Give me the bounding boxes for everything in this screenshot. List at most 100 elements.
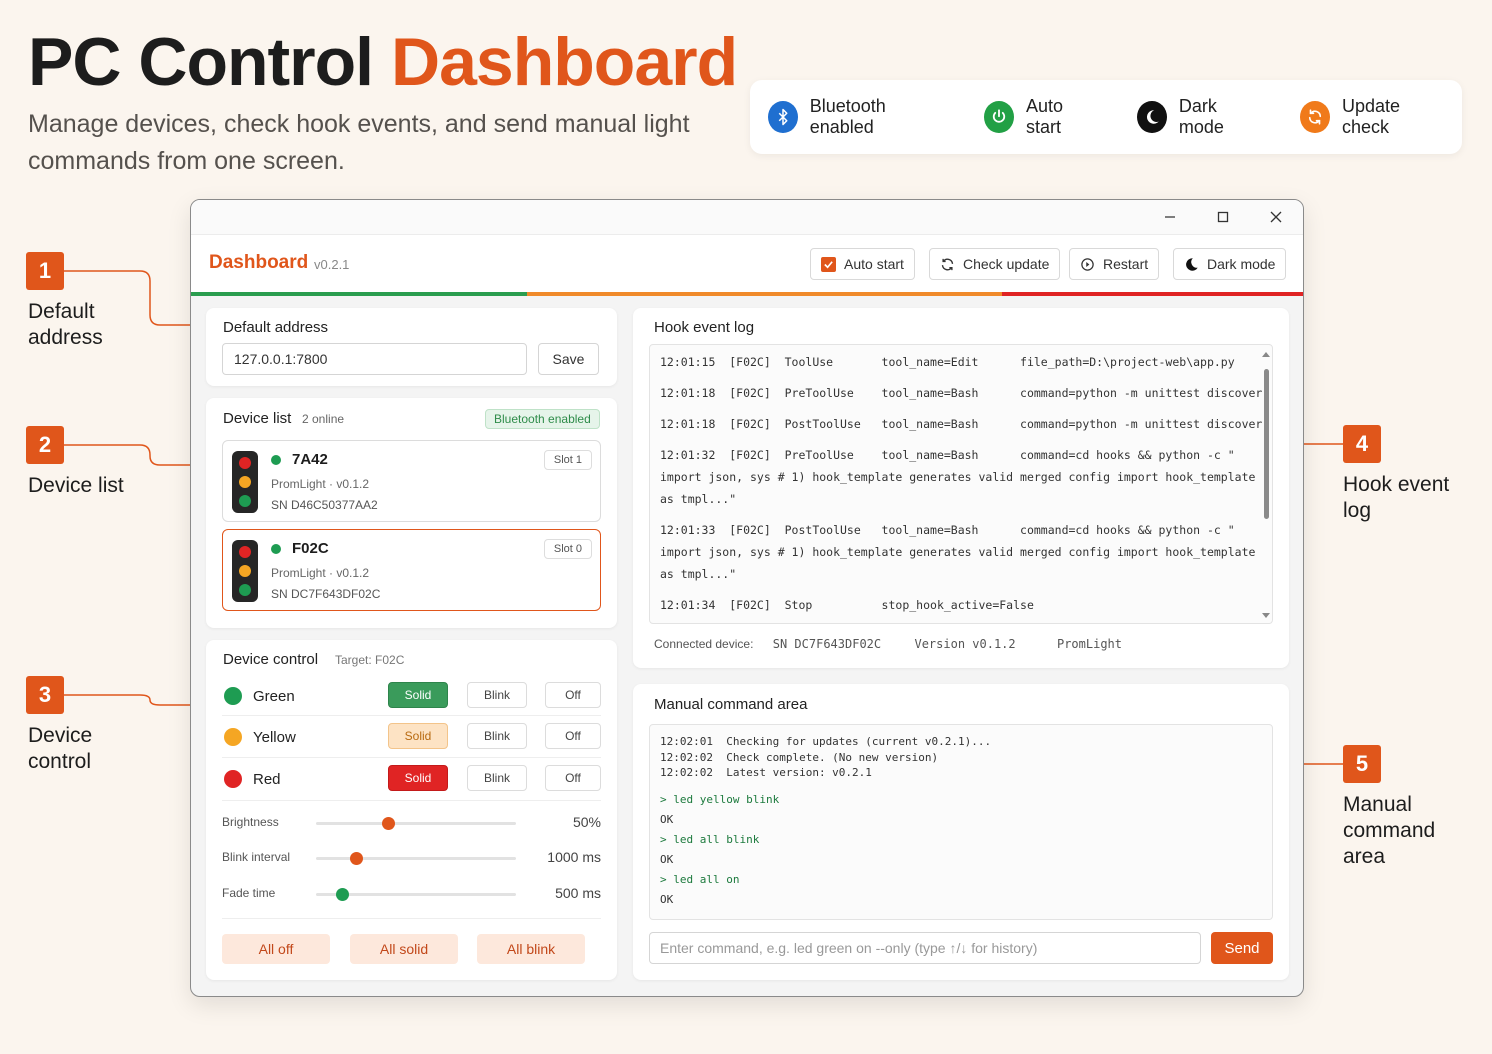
log-line: as tmpl..." [660,492,737,506]
red-blink-button[interactable]: Blink [467,765,527,791]
callout-badge-4: 4 [1343,425,1381,463]
log-line: import json, sys # 1) hook_template gene… [660,470,1256,484]
page-title-main: PC Control [28,24,374,100]
log-scrollbar[interactable] [1262,351,1270,619]
all-solid-button[interactable]: All solid [350,934,458,964]
output-line: OK [660,853,674,866]
maximize-button[interactable] [1212,206,1234,228]
callout-badge-1: 1 [26,252,64,290]
red-solid-button[interactable]: Solid [388,765,448,791]
green-blink-button[interactable]: Blink [467,682,527,708]
all-off-button[interactable]: All off [222,934,330,964]
page-title-accent: Dashboard [390,24,738,100]
control-row-label: Red [253,771,281,788]
restart-icon [1081,257,1094,271]
scrollbar-thumb[interactable] [1264,369,1269,519]
slider-track[interactable] [316,852,516,865]
callout-badge-5: 5 [1343,745,1381,783]
feature-bluetooth: Bluetooth enabled [768,96,944,138]
slider-handle[interactable] [382,817,395,830]
power-icon [984,101,1014,133]
device-list-card: Device list 2 online Bluetooth enabled 7… [206,398,617,628]
moon-icon [1137,101,1167,133]
command-input[interactable] [649,932,1201,964]
yellow-blink-button[interactable]: Blink [467,723,527,749]
red-off-button[interactable]: Off [545,765,601,791]
close-icon [1270,211,1282,223]
auto-start-toggle[interactable]: Auto start [810,248,915,280]
blink-interval-slider: Blink interval 1000 ms [222,845,601,871]
device-name: F02C [292,540,329,557]
dark-mode-button[interactable]: Dark mode [1173,248,1287,280]
yellow-solid-button[interactable]: Solid [388,723,448,749]
brightness-slider: Brightness 50% [222,810,601,836]
feature-label: Auto start [1025,96,1063,137]
close-button[interactable] [1265,206,1287,228]
divider [222,918,601,919]
device-model: PromLight · v0.1.2 [271,566,370,580]
check-update-label: Check update [963,256,1050,272]
output-line: 12:02:02 Latest version: v0.2.1 [660,766,872,779]
check-update-button[interactable]: Check update [929,248,1061,280]
send-button[interactable]: Send [1211,932,1273,964]
device-list-title: Device list [223,410,292,427]
slider-handle[interactable] [336,888,349,901]
log-line: 12:01:18 [F02C] PreToolUse tool_name=Bas… [660,386,1263,400]
device-item-7a42[interactable]: 7A42 PromLight · v0.1.2 SN D46C50377AA2 … [222,440,601,522]
slider-track[interactable] [316,817,516,830]
log-line: as tmpl..." [660,567,737,581]
app-version: v0.2.1 [314,257,350,272]
output-command-line: > led all on [660,873,740,886]
feature-label: Update check [1341,96,1401,137]
yellow-off-button[interactable]: Off [545,723,601,749]
control-target: Target: F02C [335,653,405,667]
divider [222,757,601,758]
online-count: 2 online [302,412,345,426]
device-serial: SN DC7F643DF02C [271,587,381,601]
device-model: PromLight · v0.1.2 [271,477,370,491]
log-line: 12:01:33 [F02C] PostToolUse tool_name=Ba… [660,523,1235,537]
device-item-f02c[interactable]: F02C PromLight · v0.1.2 SN DC7F643DF02C … [222,529,601,611]
slider-handle[interactable] [350,852,363,865]
hook-log-panel[interactable]: 12:01:15 [F02C] ToolUse tool_name=Edit f… [649,344,1273,624]
traffic-light-icon [232,451,258,513]
command-output-panel[interactable]: 12:02:01 Checking for updates (current v… [649,724,1273,920]
feature-bar: Bluetooth enabled Auto start Dark mode U… [750,80,1462,154]
window-titlebar [191,200,1303,234]
control-row-yellow: Yellow Solid Blink Off [222,719,601,759]
green-solid-button[interactable]: Solid [388,682,448,708]
output-line: 12:02:02 Check complete. (No new version… [660,751,939,764]
auto-start-label: Auto start [844,256,904,272]
bluetooth-status-badge: Bluetooth enabled [485,409,600,429]
output-line: 12:02:01 Checking for updates (current v… [660,735,992,748]
default-address-title: Default address [223,319,329,336]
slider-label: Fade time [222,886,276,900]
feature-auto-start: Auto start [984,96,1097,138]
feature-label: Bluetooth enabled [809,96,886,137]
divider [222,715,601,716]
control-row-green: Green Solid Blink Off [222,678,601,718]
callout-badge-3: 3 [26,676,64,714]
output-line: OK [660,893,674,906]
all-blink-button[interactable]: All blink [477,934,585,964]
scroll-up-icon[interactable] [1262,351,1270,359]
log-line: 12:01:34 [F02C] Stop stop_hook_active=Fa… [660,598,1034,612]
callout-label-4: Hook event log [1343,473,1450,522]
control-row-label: Green [253,688,295,705]
online-indicator [271,455,281,465]
log-line: import json, sys # 1) hook_template gene… [660,545,1256,559]
save-button[interactable]: Save [538,343,599,375]
restart-button[interactable]: Restart [1069,248,1160,280]
minimize-button[interactable] [1159,206,1181,228]
slider-track[interactable] [316,888,516,901]
output-command-line: > led all blink [660,833,760,846]
slider-value: 50% [572,814,601,830]
default-address-input[interactable]: 127.0.0.1:7800 [222,343,527,375]
feature-dark-mode: Dark mode [1137,96,1260,138]
green-off-button[interactable]: Off [545,682,601,708]
status-color-strip [191,292,1303,296]
log-line: 12:01:32 [F02C] PreToolUse tool_name=Bas… [660,448,1235,462]
app-header: Dashboard v0.2.1 Auto start Check update… [191,234,1303,292]
scroll-down-icon[interactable] [1262,611,1270,619]
feature-label: Dark mode [1178,96,1224,137]
